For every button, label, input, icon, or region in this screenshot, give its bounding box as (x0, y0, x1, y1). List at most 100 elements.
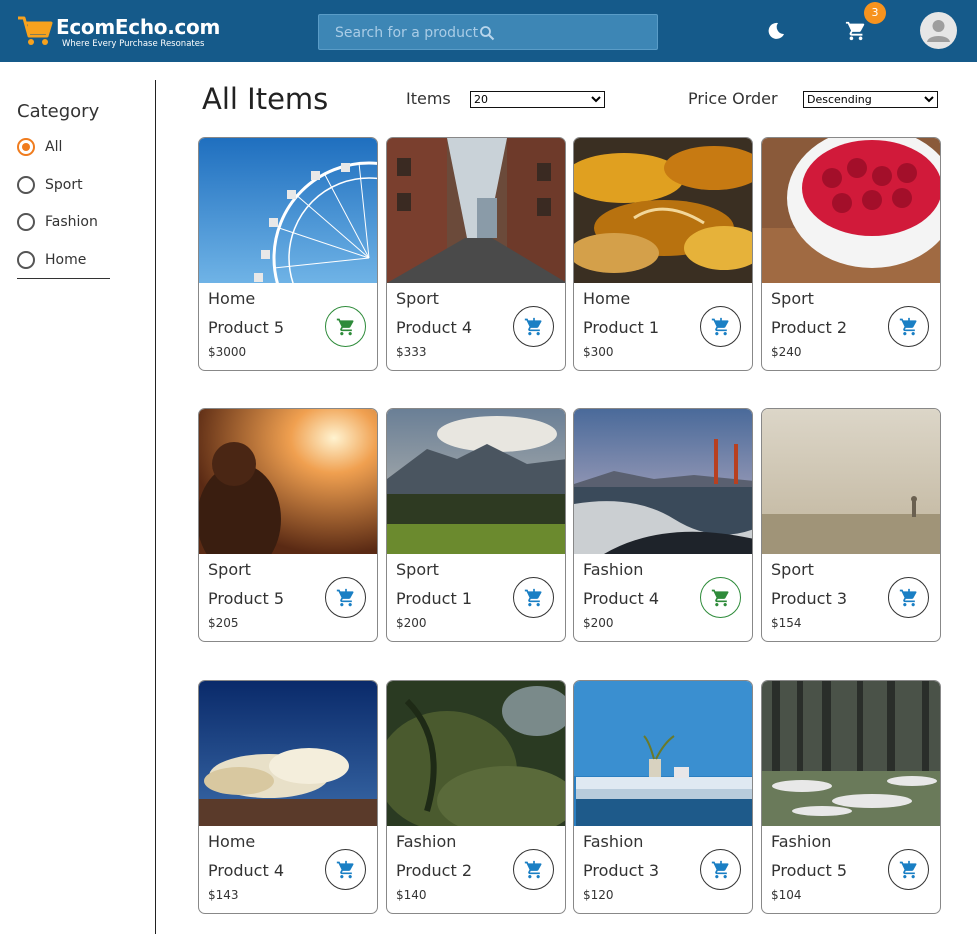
category-option-3[interactable]: Home (17, 249, 86, 271)
product-category: Sport (208, 560, 251, 579)
product-image[interactable] (199, 138, 378, 283)
add-to-cart-button[interactable] (325, 849, 366, 890)
category-label: Fashion (45, 214, 98, 230)
product-card[interactable]: Home Product 4 $143 (198, 680, 378, 914)
product-category: Sport (771, 560, 814, 579)
product-category: Fashion (583, 832, 644, 851)
in-cart-button[interactable] (700, 577, 741, 618)
product-price: $143 (208, 888, 239, 902)
product-price: $300 (583, 345, 614, 359)
product-name: Product 3 (583, 861, 660, 880)
chevron-down-icon (591, 96, 601, 103)
add-shopping-cart-icon (524, 860, 542, 879)
product-name: Product 4 (396, 318, 473, 337)
product-name: Product 3 (771, 589, 848, 608)
product-image[interactable] (199, 681, 378, 826)
search-icon (480, 26, 495, 41)
product-price: $3000 (208, 345, 247, 359)
add-to-cart-button[interactable] (513, 577, 554, 618)
product-category: Fashion (771, 832, 832, 851)
product-category: Home (208, 832, 256, 851)
product-image[interactable] (387, 681, 566, 826)
user-avatar[interactable] (920, 12, 957, 49)
add-to-cart-button[interactable] (700, 306, 741, 347)
product-price: $200 (583, 616, 614, 630)
product-name: Product 5 (208, 318, 285, 337)
product-card[interactable]: Sport Product 5 $205 (198, 408, 378, 642)
category-option-1[interactable]: Sport (17, 174, 83, 196)
product-card[interactable]: Home Product 1 $300 (573, 137, 753, 371)
category-label: Sport (45, 177, 83, 193)
shopping-cart-icon (711, 589, 729, 607)
add-shopping-cart-icon (711, 860, 729, 879)
price-order-select[interactable]: Descending (803, 91, 938, 108)
product-name: Product 5 (771, 861, 848, 880)
chevron-down-icon (924, 96, 934, 103)
add-to-cart-button[interactable] (325, 577, 366, 618)
product-card[interactable]: Home Product 5 $3000 (198, 137, 378, 371)
category-radio[interactable] (17, 138, 35, 156)
product-image[interactable] (574, 409, 753, 554)
product-image[interactable] (199, 409, 378, 554)
product-name: Product 1 (396, 589, 473, 608)
product-name: Product 2 (396, 861, 473, 880)
cart-icon[interactable] (845, 20, 867, 42)
add-to-cart-button[interactable] (888, 306, 929, 347)
add-to-cart-button[interactable] (513, 306, 554, 347)
product-image[interactable] (762, 409, 941, 554)
product-category: Fashion (396, 832, 457, 851)
product-name: Product 1 (583, 318, 660, 337)
product-image[interactable] (762, 681, 941, 826)
add-to-cart-button[interactable] (888, 849, 929, 890)
product-category: Home (208, 289, 256, 308)
product-image[interactable] (387, 138, 566, 283)
price-order-label: Price Order (688, 89, 778, 108)
category-radio[interactable] (17, 251, 35, 269)
product-card[interactable]: Sport Product 4 $333 (386, 137, 566, 371)
product-category: Sport (771, 289, 814, 308)
items-select-value: 20 (474, 93, 488, 106)
category-option-0[interactable]: All (17, 136, 62, 158)
category-divider (17, 278, 110, 279)
product-name: Product 4 (208, 861, 285, 880)
add-to-cart-button[interactable] (888, 577, 929, 618)
product-card[interactable]: Fashion Product 4 $200 (573, 408, 753, 642)
product-price: $205 (208, 616, 239, 630)
sidebar-divider (155, 80, 156, 934)
add-to-cart-button[interactable] (700, 849, 741, 890)
brand-logo[interactable]: EcomEcho.com Where Every Purchase Resona… (16, 12, 220, 52)
product-price: $240 (771, 345, 802, 359)
product-price: $333 (396, 345, 427, 359)
add-shopping-cart-icon (336, 860, 354, 879)
in-cart-button[interactable] (325, 306, 366, 347)
product-image[interactable] (387, 409, 566, 554)
product-image[interactable] (574, 138, 753, 283)
items-per-page-select[interactable]: 20 (470, 91, 605, 108)
user-icon (927, 20, 950, 42)
product-price: $154 (771, 616, 802, 630)
product-card[interactable]: Fashion Product 5 $104 (761, 680, 941, 914)
product-card[interactable]: Fashion Product 3 $120 (573, 680, 753, 914)
dark-mode-icon[interactable] (765, 20, 787, 42)
category-option-2[interactable]: Fashion (17, 211, 98, 233)
add-shopping-cart-icon (899, 317, 917, 336)
add-shopping-cart-icon (336, 588, 354, 607)
category-radio[interactable] (17, 176, 35, 194)
price-select-value: Descending (807, 93, 872, 106)
product-image[interactable] (574, 681, 753, 826)
product-image[interactable] (762, 138, 941, 283)
page-title: All Items (202, 82, 329, 116)
add-shopping-cart-icon (524, 317, 542, 336)
product-card[interactable]: Sport Product 1 $200 (386, 408, 566, 642)
product-name: Product 4 (583, 589, 660, 608)
category-radio[interactable] (17, 213, 35, 231)
search-input[interactable]: Search for a product (318, 14, 658, 50)
product-card[interactable]: Fashion Product 2 $140 (386, 680, 566, 914)
product-card[interactable]: Sport Product 2 $240 (761, 137, 941, 371)
product-card[interactable]: Sport Product 3 $154 (761, 408, 941, 642)
items-label: Items (406, 89, 451, 108)
category-label: All (45, 139, 63, 155)
add-shopping-cart-icon (899, 588, 917, 607)
add-to-cart-button[interactable] (513, 849, 554, 890)
add-shopping-cart-icon (524, 588, 542, 607)
